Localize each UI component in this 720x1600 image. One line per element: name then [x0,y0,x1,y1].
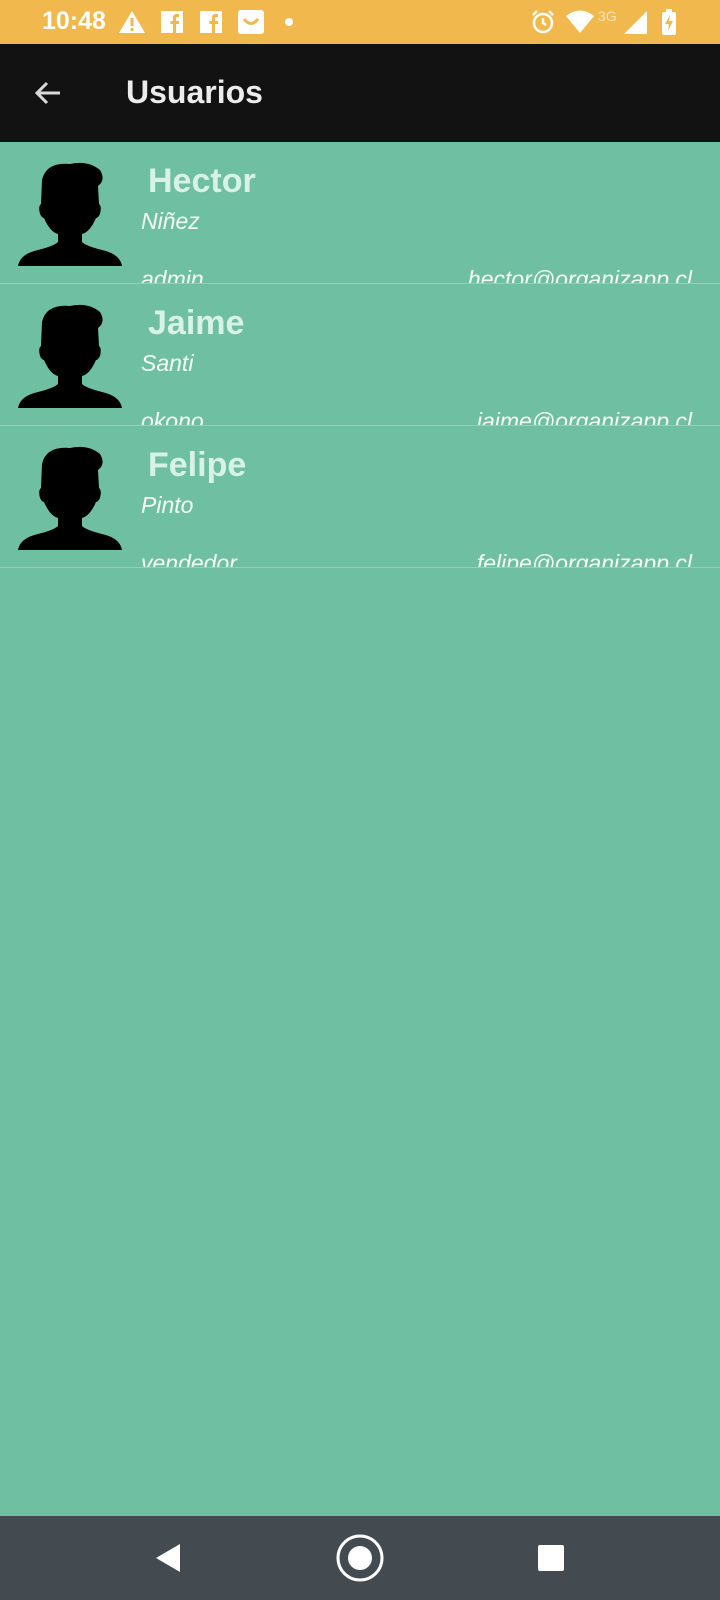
facebook-icon [161,11,183,33]
home-circle-icon [336,1534,384,1582]
user-role: okono [141,408,204,426]
user-first-name: Jaime [148,304,245,342]
nav-back-button[interactable] [140,1530,196,1586]
signal-icon [624,11,647,34]
back-triangle-icon [156,1544,180,1572]
wifi-icon [566,10,594,33]
warning-icon [119,11,145,33]
nav-home-button[interactable] [332,1530,388,1586]
user-role: vendedor [141,550,237,568]
user-email: jaime@organizapp.cl [476,408,692,426]
system-nav-bar [0,1516,720,1600]
user-list-item[interactable]: Felipe Pinto vendedor felipe@organizapp.… [0,426,720,568]
user-last-name: Niñez [141,208,200,234]
facebook-icon [200,11,222,33]
users-list: Hector Niñez admin hector@organizapp.cl … [0,142,720,1516]
network-type-label: 3G [598,8,617,24]
user-avatar-icon [18,446,122,550]
user-avatar-icon [18,162,122,266]
shopping-bag-icon [238,10,264,34]
user-last-name: Santi [141,350,194,376]
app-bar: Usuarios [0,44,720,142]
user-list-item[interactable]: Hector Niñez admin hector@organizapp.cl [0,142,720,284]
back-button[interactable] [20,69,76,117]
user-email: felipe@organizapp.cl [476,550,692,568]
recents-square-icon [538,1545,564,1571]
page-title: Usuarios [126,74,263,110]
nav-recents-button[interactable] [523,1530,579,1586]
status-bar: 10:48 3G [0,0,720,44]
arrow-left-icon [34,81,60,105]
user-first-name: Hector [148,162,256,200]
user-avatar-icon [18,304,122,408]
alarm-icon [532,10,554,34]
user-list-item[interactable]: Jaime Santi okono jaime@organizapp.cl [0,284,720,426]
user-role: admin [141,266,204,284]
battery-charging-icon [662,9,676,35]
status-time: 10:48 [42,7,106,35]
dot-icon [285,18,293,26]
user-first-name: Felipe [148,446,247,484]
user-last-name: Pinto [141,492,194,518]
user-email: hector@organizapp.cl [467,266,692,284]
